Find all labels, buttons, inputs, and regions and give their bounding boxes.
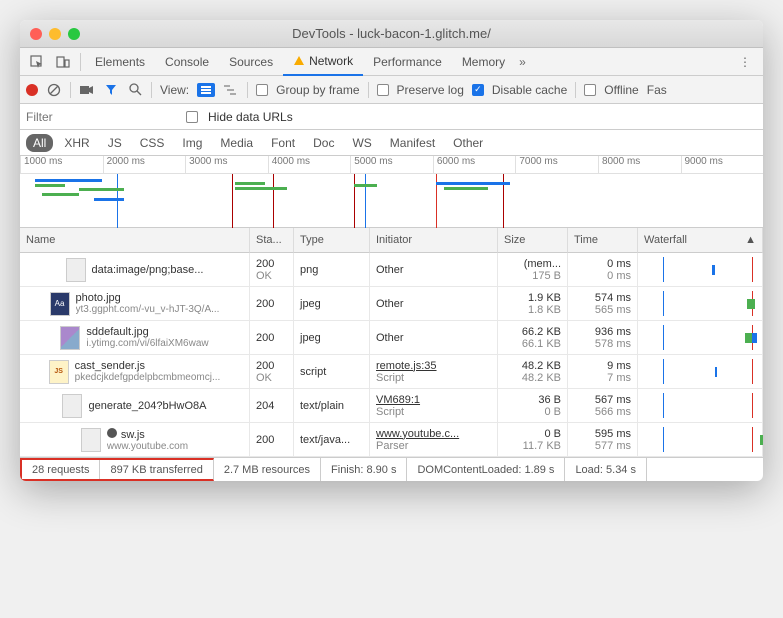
- clear-icon[interactable]: [46, 82, 62, 98]
- status-bar: 28 requests 897 KB transferred 2.7 MB re…: [20, 457, 763, 481]
- type-chip-img[interactable]: Img: [175, 134, 209, 152]
- panel-tabs: Elements Console Sources Network Perform…: [20, 48, 763, 76]
- network-toolbar: View: Group by frame Preserve log ✓ Disa…: [20, 76, 763, 104]
- file-icon: [66, 258, 86, 282]
- tab-memory[interactable]: Memory: [452, 48, 515, 76]
- file-icon: [81, 428, 101, 452]
- record-icon[interactable]: [26, 84, 38, 96]
- col-status[interactable]: Sta...: [250, 228, 294, 253]
- type-chip-other[interactable]: Other: [446, 134, 490, 152]
- throttling-label[interactable]: Fas: [647, 83, 667, 97]
- filter-icon[interactable]: [103, 82, 119, 98]
- tab-elements[interactable]: Elements: [85, 48, 155, 76]
- camera-icon[interactable]: [79, 82, 95, 98]
- large-rows-icon[interactable]: [197, 83, 215, 97]
- window-title: DevTools - luck-bacon-1.glitch.me/: [20, 26, 763, 41]
- request-table: Name Sta... Type Initiator Size Time Wat…: [20, 228, 763, 457]
- disable-cache-checkbox[interactable]: ✓: [472, 84, 484, 96]
- disable-cache-label: Disable cache: [492, 83, 567, 97]
- file-icon: [60, 326, 80, 350]
- col-size[interactable]: Size: [498, 228, 568, 253]
- type-chip-doc[interactable]: Doc: [306, 134, 341, 152]
- col-type[interactable]: Type: [294, 228, 370, 253]
- load-time: Load: 5.34 s: [565, 458, 647, 481]
- gear-icon: [107, 428, 117, 438]
- file-icon: [62, 394, 82, 418]
- finish-time: Finish: 8.90 s: [321, 458, 407, 481]
- warning-icon: [293, 55, 305, 67]
- col-waterfall[interactable]: Waterfall▲: [638, 228, 763, 253]
- settings-icon[interactable]: ⋮: [731, 55, 759, 69]
- col-name[interactable]: Name: [20, 228, 250, 253]
- group-by-frame-label: Group by frame: [276, 83, 359, 97]
- tab-sources[interactable]: Sources: [219, 48, 283, 76]
- type-chip-js[interactable]: JS: [101, 134, 129, 152]
- type-filter-bar: AllXHR JSCSSImgMediaFontDocWS ManifestOthe…: [20, 130, 763, 156]
- domcontentloaded-time: DOMContentLoaded: 1.89 s: [407, 458, 565, 481]
- titlebar: DevTools - luck-bacon-1.glitch.me/: [20, 20, 763, 48]
- type-chip-css[interactable]: CSS: [133, 134, 172, 152]
- file-icon: JS: [49, 360, 69, 384]
- resources-size: 2.7 MB resources: [214, 458, 321, 481]
- type-chip-ws[interactable]: WS: [345, 134, 378, 152]
- more-tabs-icon[interactable]: »: [519, 55, 526, 69]
- hide-data-urls-label: Hide data URLs: [208, 110, 293, 124]
- type-chip-manifest[interactable]: Manifest: [383, 134, 442, 152]
- col-initiator[interactable]: Initiator: [370, 228, 498, 253]
- hide-data-urls-checkbox[interactable]: [186, 111, 198, 123]
- type-chip-all[interactable]: All: [26, 134, 53, 152]
- maximize-icon[interactable]: [68, 28, 80, 40]
- requests-count: 28 requests: [32, 464, 89, 476]
- tab-performance[interactable]: Performance: [363, 48, 452, 76]
- tab-network[interactable]: Network: [283, 48, 363, 76]
- tab-console[interactable]: Console: [155, 48, 219, 76]
- device-icon[interactable]: [50, 51, 76, 73]
- waterfall-view-icon[interactable]: [223, 82, 239, 98]
- type-chip-media[interactable]: Media: [213, 134, 260, 152]
- view-label: View:: [160, 83, 189, 97]
- file-icon: Aa: [50, 292, 70, 316]
- timeline-overview[interactable]: 1000 ms2000 ms3000 ms4000 ms5000 ms6000 …: [20, 156, 763, 228]
- minimize-icon[interactable]: [49, 28, 61, 40]
- devtools-window: DevTools - luck-bacon-1.glitch.me/ Eleme…: [20, 20, 763, 481]
- type-chip-font[interactable]: Font: [264, 134, 302, 152]
- preserve-log-checkbox[interactable]: [377, 84, 389, 96]
- close-icon[interactable]: [30, 28, 42, 40]
- preserve-log-label: Preserve log: [397, 83, 464, 97]
- transferred-size: 897 KB transferred: [110, 464, 202, 476]
- type-chip-xhr[interactable]: XHR: [57, 134, 96, 152]
- offline-label: Offline: [604, 83, 638, 97]
- offline-checkbox[interactable]: [584, 84, 596, 96]
- group-by-frame-checkbox[interactable]: [256, 84, 268, 96]
- filter-bar: Hide data URLs: [20, 104, 763, 130]
- search-icon[interactable]: [127, 82, 143, 98]
- inspect-icon[interactable]: [24, 51, 50, 73]
- filter-input[interactable]: [26, 110, 176, 124]
- col-time[interactable]: Time: [568, 228, 638, 253]
